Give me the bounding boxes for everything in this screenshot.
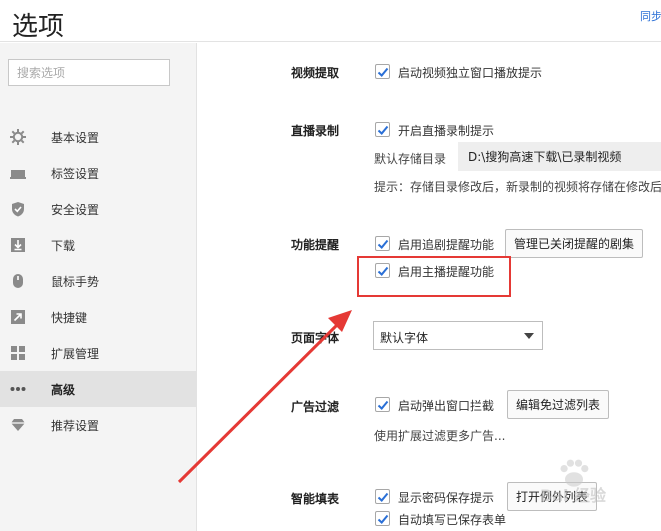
font-select[interactable]: 默认字体 — [373, 321, 543, 350]
section-label-font: 页面字体 — [291, 331, 340, 345]
download-icon — [11, 238, 25, 252]
mouse-icon — [13, 274, 23, 288]
font-select-value: 默认字体 — [380, 331, 429, 345]
option-label: 启动视频独立窗口播放提示 — [398, 66, 543, 80]
extensions-icon — [11, 346, 25, 360]
sidebar-item-label: 标签设置 — [51, 167, 100, 181]
sidebar-item-download[interactable]: 下载 — [0, 227, 196, 263]
option-label: 自动填写已保存表单 — [398, 513, 507, 527]
sidebar-item-extensions[interactable]: 扩展管理 — [0, 335, 196, 371]
edit-whitelist-button[interactable]: 编辑免过滤列表 — [507, 390, 610, 419]
shortcut-icon — [11, 310, 25, 324]
sidebar-item-basic[interactable]: 基本设置 — [0, 119, 196, 155]
checkmark-icon — [377, 266, 389, 276]
sidebar-item-tabs[interactable]: 标签设置 — [0, 155, 196, 191]
tab-icon — [10, 170, 26, 179]
section-label-video: 视频提取 — [291, 66, 340, 80]
storage-hint: 提示：存储目录修改后，新录制的视频将存储在修改后 — [374, 180, 661, 194]
option-label: 启用追剧提醒功能 — [398, 238, 495, 252]
sidebar-item-label: 高级 — [51, 383, 76, 397]
header: 选项 同步 — [0, 0, 661, 42]
manage-closed-reminders-button[interactable]: 管理已关闭提醒的剧集 — [505, 229, 644, 258]
checkmark-icon — [377, 400, 389, 410]
search-input[interactable] — [8, 59, 170, 86]
section-label-reminder: 功能提醒 — [291, 238, 340, 252]
sidebar-item-recommended[interactable]: 推荐设置 — [0, 407, 196, 443]
sidebar-item-advanced[interactable]: 高级 — [0, 371, 196, 407]
checkbox[interactable] — [375, 64, 390, 79]
section-label-adfilter: 广告过滤 — [291, 400, 340, 414]
sidebar: 基本设置 标签设置 安全设置 下载 鼠标手势 快捷键 — [0, 43, 197, 531]
sidebar-item-label: 下载 — [51, 239, 76, 253]
checkbox[interactable] — [375, 397, 390, 412]
gear-icon — [10, 129, 26, 145]
option-label: 开启直播录制提示 — [398, 124, 495, 138]
section-label-live: 直播录制 — [291, 124, 340, 138]
checkbox[interactable] — [375, 122, 390, 137]
checkmark-icon — [377, 492, 389, 502]
shield-icon — [12, 202, 24, 217]
storage-dir-field[interactable] — [458, 142, 661, 171]
checkbox[interactable] — [375, 236, 390, 251]
more-icon — [10, 387, 26, 391]
sidebar-item-label: 快捷键 — [51, 311, 88, 325]
diamond-icon — [11, 419, 25, 431]
checkmark-icon — [377, 125, 389, 135]
sidebar-item-label: 扩展管理 — [51, 347, 100, 361]
sidebar-item-security[interactable]: 安全设置 — [0, 191, 196, 227]
sidebar-item-shortcuts[interactable]: 快捷键 — [0, 299, 196, 335]
checkmark-icon — [377, 239, 389, 249]
sync-link[interactable]: 同步 — [640, 8, 661, 24]
section-label-autofill: 智能填表 — [291, 492, 340, 506]
sidebar-item-label: 安全设置 — [51, 203, 100, 217]
checkmark-icon — [377, 514, 389, 524]
checkbox[interactable] — [375, 511, 390, 526]
extension-filter-link[interactable]: 使用扩展过滤更多广告... — [374, 427, 505, 444]
option-label: 启动弹出窗口拦截 — [398, 399, 495, 413]
sidebar-item-label: 基本设置 — [51, 131, 100, 145]
page-title: 选项 — [12, 12, 65, 42]
checkbox[interactable] — [375, 489, 390, 504]
option-label: 启用主播提醒功能 — [398, 265, 495, 279]
sidebar-item-label: 鼠标手势 — [51, 275, 100, 289]
chevron-down-icon — [524, 333, 534, 339]
checkbox[interactable] — [375, 263, 390, 278]
checkmark-icon — [377, 67, 389, 77]
storage-dir-label: 默认存储目录 — [374, 152, 447, 166]
sidebar-item-label: 推荐设置 — [51, 419, 100, 433]
option-label: 显示密码保存提示 — [398, 491, 495, 505]
sidebar-item-mouse-gestures[interactable]: 鼠标手势 — [0, 263, 196, 299]
open-exceptions-button[interactable]: 打开例外列表 — [507, 482, 598, 511]
